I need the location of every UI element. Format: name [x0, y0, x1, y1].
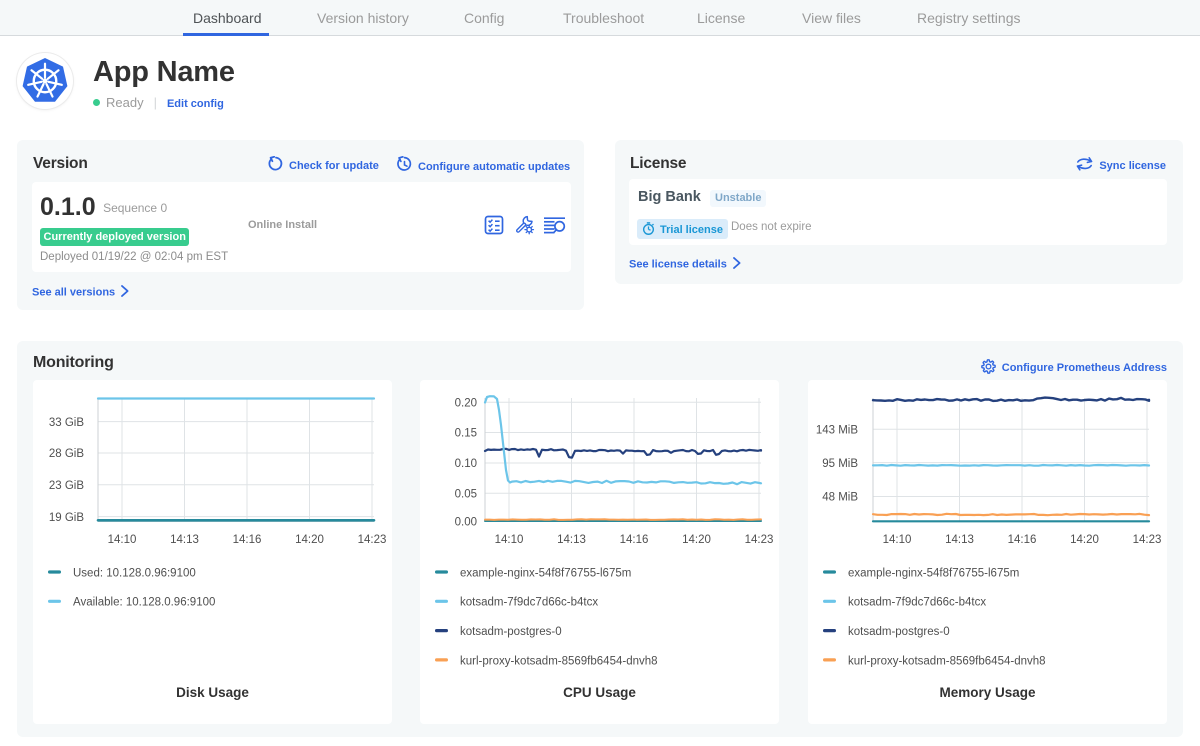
- svg-text:23 GiB: 23 GiB: [49, 480, 84, 492]
- svg-text:0.20: 0.20: [455, 397, 477, 409]
- svg-text:example-nginx-54f8f76755-l675m: example-nginx-54f8f76755-l675m: [848, 567, 1019, 579]
- svg-text:14:20: 14:20: [295, 534, 324, 546]
- svg-text:14:20: 14:20: [682, 534, 711, 546]
- svg-text:48 MiB: 48 MiB: [822, 492, 858, 504]
- svg-text:0.15: 0.15: [455, 428, 477, 440]
- svg-text:Disk Usage: Disk Usage: [176, 685, 249, 700]
- svg-text:Available: 10.128.0.96:9100: Available: 10.128.0.96:9100: [73, 597, 215, 609]
- svg-text:14:13: 14:13: [170, 534, 199, 546]
- svg-text:33 GiB: 33 GiB: [49, 417, 84, 429]
- svg-text:143 MiB: 143 MiB: [816, 425, 859, 437]
- svg-text:CPU Usage: CPU Usage: [563, 685, 636, 700]
- svg-text:0.10: 0.10: [455, 458, 477, 470]
- svg-text:14:23: 14:23: [1133, 534, 1162, 546]
- svg-text:kotsadm-7f9dc7d66c-b4tcx: kotsadm-7f9dc7d66c-b4tcx: [848, 597, 986, 609]
- svg-text:kurl-proxy-kotsadm-8569fb6454-: kurl-proxy-kotsadm-8569fb6454-dnvh8: [460, 655, 658, 667]
- svg-text:14:16: 14:16: [233, 534, 262, 546]
- svg-text:0.05: 0.05: [455, 488, 477, 500]
- svg-text:28 GiB: 28 GiB: [49, 448, 84, 460]
- svg-text:14:10: 14:10: [495, 534, 524, 546]
- svg-text:0.00: 0.00: [455, 516, 477, 528]
- svg-text:95 MiB: 95 MiB: [822, 458, 858, 470]
- svg-text:kurl-proxy-kotsadm-8569fb6454-: kurl-proxy-kotsadm-8569fb6454-dnvh8: [848, 655, 1046, 667]
- svg-text:14:20: 14:20: [1070, 534, 1099, 546]
- svg-text:14:10: 14:10: [108, 534, 137, 546]
- svg-text:example-nginx-54f8f76755-l675m: example-nginx-54f8f76755-l675m: [460, 567, 631, 579]
- svg-text:14:10: 14:10: [883, 534, 912, 546]
- svg-text:kotsadm-postgres-0: kotsadm-postgres-0: [848, 626, 950, 638]
- svg-text:14:23: 14:23: [745, 534, 774, 546]
- svg-text:Memory Usage: Memory Usage: [939, 685, 1036, 700]
- svg-text:kotsadm-postgres-0: kotsadm-postgres-0: [460, 626, 562, 638]
- svg-text:14:13: 14:13: [557, 534, 586, 546]
- svg-text:kotsadm-7f9dc7d66c-b4tcx: kotsadm-7f9dc7d66c-b4tcx: [460, 597, 598, 609]
- svg-text:Used: 10.128.0.96:9100: Used: 10.128.0.96:9100: [73, 567, 196, 579]
- svg-text:14:23: 14:23: [358, 534, 387, 546]
- svg-text:14:16: 14:16: [1008, 534, 1037, 546]
- svg-text:14:13: 14:13: [945, 534, 974, 546]
- svg-text:14:16: 14:16: [620, 534, 649, 546]
- svg-text:19 GiB: 19 GiB: [49, 512, 84, 524]
